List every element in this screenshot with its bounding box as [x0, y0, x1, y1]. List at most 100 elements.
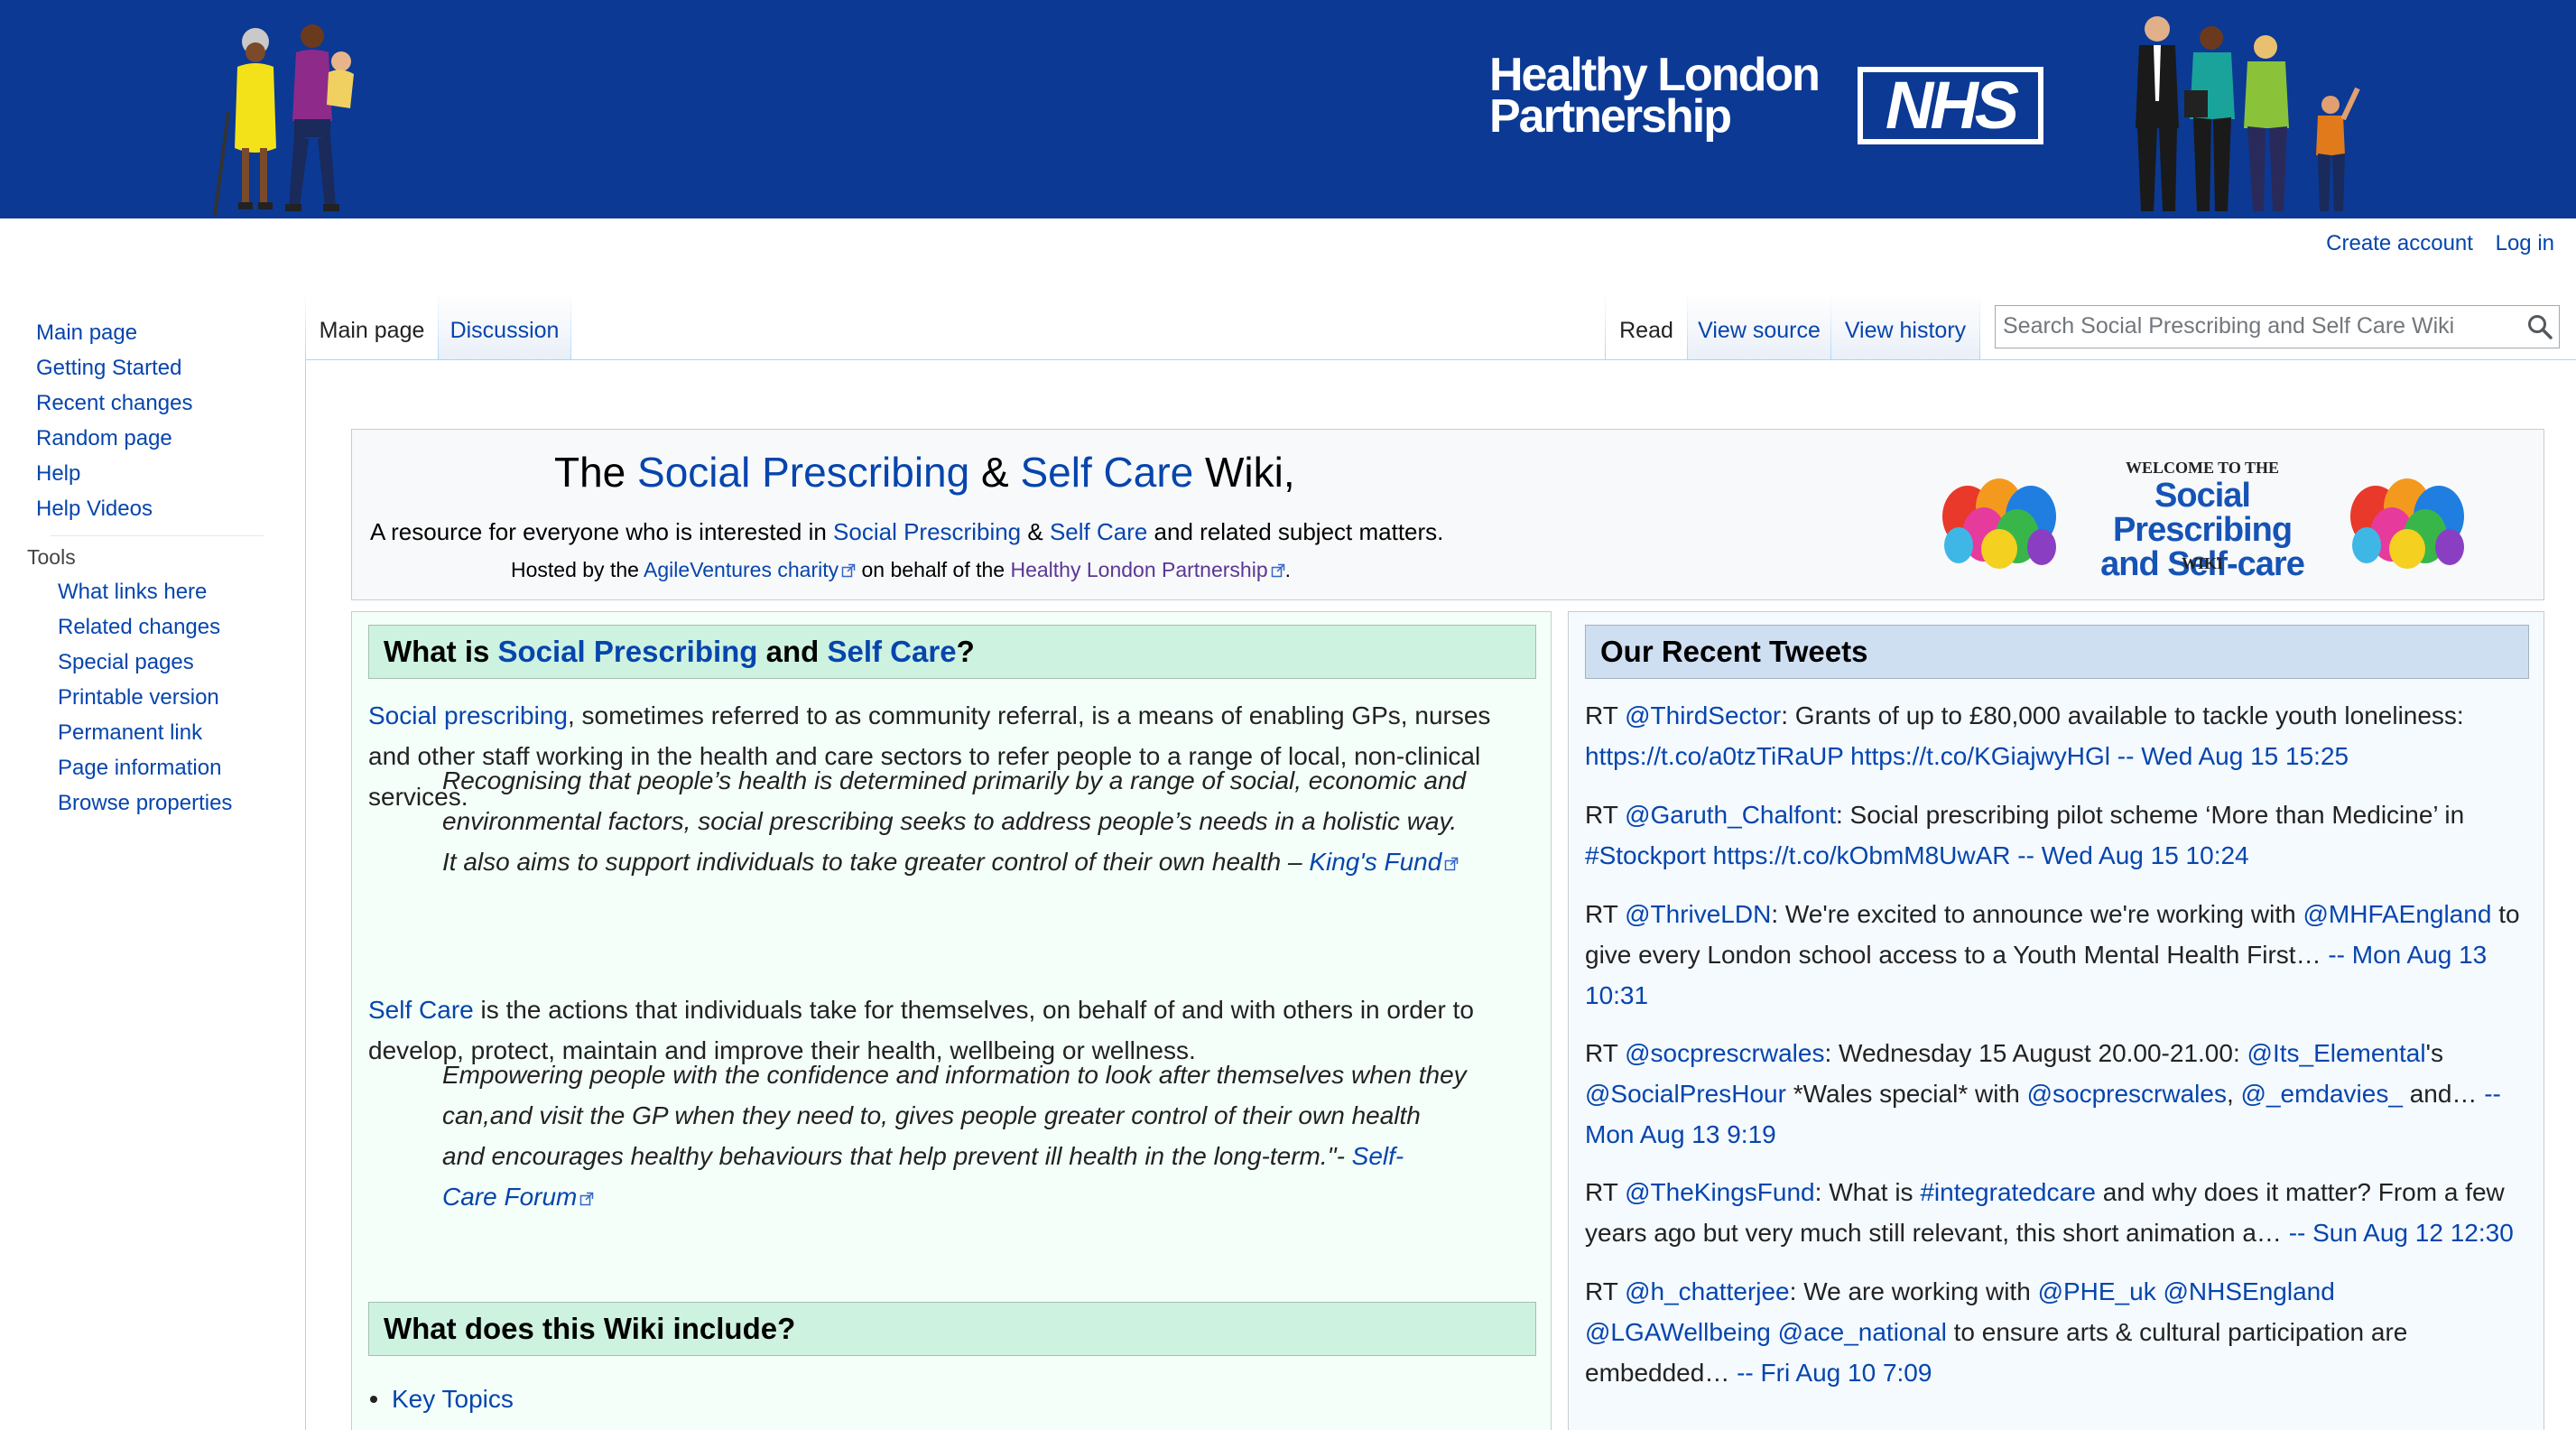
tweets-heading: Our Recent Tweets	[1585, 625, 2529, 679]
hands-icon	[1942, 478, 2056, 569]
self-care-link[interactable]: Self Care	[1020, 449, 1193, 496]
healthy-london-partnership-logo: Healthy London Partnership	[1489, 49, 1821, 143]
left-column: What is Social Prescribing and Self Care…	[351, 611, 1552, 1430]
tweet-item: RT @ThriveLDN: We're excited to announce…	[1585, 900, 2520, 1009]
tab-discussion[interactable]: Discussion	[439, 292, 570, 361]
create-account-link[interactable]: Create account	[2326, 231, 2473, 255]
what-is-heading: What is Social Prescribing and Self Care…	[368, 625, 1536, 679]
self-care-link[interactable]: Self Care	[1050, 518, 1147, 545]
intro-tagline: A resource for everyone who is intereste…	[370, 518, 1444, 545]
external-link-icon	[1445, 857, 1459, 871]
tweet-user-link[interactable]: @ThriveLDN	[1625, 900, 1771, 928]
external-link-icon	[1271, 563, 1284, 578]
sidebar-item-page-information[interactable]: Page information	[58, 756, 221, 781]
welcome-logo: WELCOME TO THE Social Prescribing and Se…	[1932, 446, 2473, 581]
intro-box: The Social Prescribing & Self Care Wiki,…	[351, 429, 2544, 600]
tweet-user-link[interactable]: @Garuth_Chalfont	[1625, 801, 1836, 829]
family-illustration-right	[2136, 16, 2360, 211]
tab-view-source[interactable]: View source	[1688, 292, 1830, 361]
tweet-hashtag-link[interactable]: #Stockport	[1585, 841, 1706, 869]
social-prescribing-link[interactable]: Social Prescribing	[498, 635, 758, 668]
kings-fund-link[interactable]: King's Fund	[1309, 848, 1459, 876]
tweet-mention-link[interactable]: @PHE_uk	[2038, 1277, 2156, 1305]
tweet-date-link[interactable]: -- Sun Aug 12 12:30	[2289, 1219, 2514, 1247]
main-content: The Social Prescribing & Self Care Wiki,…	[305, 359, 2576, 1430]
tweet-item: RT @TheKingsFund: What is #integratedcar…	[1585, 1178, 2514, 1247]
tweet-hashtag-link[interactable]: #integratedcare	[1920, 1178, 2096, 1206]
tweet-date-link[interactable]: -- Mon Aug 13	[2328, 941, 2487, 969]
tweet-date-link[interactable]: -- Wed Aug 15 10:24	[2017, 841, 2248, 869]
tab-read[interactable]: Read	[1606, 292, 1687, 361]
self-care-link[interactable]: Self Care	[368, 996, 474, 1024]
sidebar-item-browse-properties[interactable]: Browse properties	[58, 791, 232, 816]
sidebar-item-getting-started[interactable]: Getting Started	[36, 356, 181, 381]
tweet-user-link[interactable]: @ThirdSector	[1625, 701, 1781, 729]
sidebar-item-help-videos[interactable]: Help Videos	[36, 497, 153, 522]
agileventures-link[interactable]: AgileVentures charity	[644, 558, 856, 581]
search-icon[interactable]	[2526, 313, 2553, 340]
sidebar-item-special-pages[interactable]: Special pages	[58, 650, 194, 675]
tweet-mention-link[interactable]: @LGAWellbeing	[1585, 1318, 1771, 1346]
social-prescribing-link[interactable]: Social Prescribing	[833, 518, 1021, 545]
external-link-icon	[580, 1192, 594, 1206]
sidebar-item-what-links-here[interactable]: What links here	[58, 580, 207, 605]
tweet-date-link[interactable]: Mon Aug 13 9:19	[1585, 1120, 1776, 1148]
tweet-user-link[interactable]: @socprescrwales	[1625, 1039, 1824, 1067]
tweet-mention-link[interactable]: @SocialPresHour	[1585, 1080, 1786, 1108]
sidebar-item-main-page[interactable]: Main page	[36, 320, 137, 346]
bullet-icon	[370, 1396, 377, 1403]
personal-tools: Create account Log in	[2310, 231, 2554, 256]
sidebar-item-permanent-link[interactable]: Permanent link	[58, 720, 202, 746]
tweet-mention-link[interactable]: @socprescrwales	[2027, 1080, 2227, 1108]
family-illustration-left	[213, 24, 354, 217]
tweet-item: RT @h_chatterjee: We are working with @P…	[1585, 1277, 2408, 1387]
sidebar-item-related-changes[interactable]: Related changes	[58, 615, 220, 640]
search-box	[1995, 305, 2560, 348]
sidebar-item-printable-version[interactable]: Printable version	[58, 685, 219, 710]
sidebar-item-random-page[interactable]: Random page	[36, 426, 172, 451]
right-column: Our Recent Tweets RT @ThirdSector: Grant…	[1568, 611, 2544, 1430]
tweet-mention-link[interactable]: @_emdavies_	[2241, 1080, 2403, 1108]
healthy-london-partnership-link[interactable]: Healthy London Partnership	[1010, 558, 1284, 581]
site-banner: Healthy London Partnership NHS	[0, 0, 2576, 218]
self-care-link[interactable]: Self Care	[827, 635, 956, 668]
search-input[interactable]	[1996, 306, 2501, 346]
self-care-forum-link[interactable]: Self-	[1352, 1142, 1404, 1170]
tweet-link[interactable]: https://t.co/a0tzTiRaUP	[1585, 742, 1843, 770]
tweet-user-link[interactable]: @TheKingsFund	[1625, 1178, 1815, 1206]
sidebar-item-help[interactable]: Help	[36, 461, 80, 487]
tweet-link[interactable]: https://t.co/KGiajwyHGl	[1850, 742, 2110, 770]
tweet-item: RT @ThirdSector: Grants of up to £80,000…	[1585, 701, 2464, 770]
page-title: The Social Prescribing & Self Care Wiki,	[554, 449, 1295, 496]
log-in-link[interactable]: Log in	[2496, 231, 2554, 255]
kings-fund-quote: Recognising that people’s health is dete…	[442, 766, 1467, 876]
tweet-date-link[interactable]: -- Fri Aug 10 7:09	[1737, 1359, 1932, 1387]
tweet-mention-link[interactable]: @ace_national	[1778, 1318, 1947, 1346]
tweet-mention-link[interactable]: @NHSEngland	[2163, 1277, 2334, 1305]
tools-divider	[51, 535, 264, 536]
tab-main-page[interactable]: Main page	[306, 292, 438, 361]
tweet-date-link[interactable]: --	[2484, 1080, 2501, 1108]
social-prescribing-link[interactable]: Social prescribing	[368, 701, 568, 729]
list-item: Key Topics	[370, 1385, 514, 1414]
tweet-mention-link[interactable]: @Its_Elemental	[2247, 1039, 2426, 1067]
social-prescribing-link[interactable]: Social Prescribing	[637, 449, 969, 496]
tweet-date-link[interactable]: -- Wed Aug 15 15:25	[2117, 742, 2349, 770]
tweet-item: RT @Garuth_Chalfont: Social prescribing …	[1585, 801, 2465, 869]
nhs-logo: NHS	[1858, 67, 2043, 144]
sidebar-item-recent-changes[interactable]: Recent changes	[36, 391, 192, 416]
wiki-include-heading: What does this Wiki include?	[368, 1302, 1536, 1356]
tools-heading[interactable]: Tools	[27, 545, 76, 570]
external-link-icon	[841, 563, 856, 578]
self-care-forum-quote: Empowering people with the confidence an…	[442, 1061, 1467, 1211]
hands-icon	[2350, 478, 2464, 569]
tab-view-history[interactable]: View history	[1831, 292, 1979, 361]
intro-hosted-by: Hosted by the AgileVentures charity on b…	[511, 558, 1292, 581]
key-topics-link[interactable]: Key Topics	[392, 1385, 514, 1413]
tweet-mention-link[interactable]: @MHFAEngland	[2303, 900, 2491, 928]
self-care-forum-link[interactable]: Care Forum	[442, 1183, 594, 1211]
tweet-item: RT @socprescrwales: Wednesday 15 August …	[1585, 1039, 2501, 1148]
tweet-user-link[interactable]: @h_chatterjee	[1625, 1277, 1790, 1305]
tweet-date-link[interactable]: 10:31	[1585, 981, 1648, 1009]
tweet-link[interactable]: https://t.co/kObmM8UwAR	[1713, 841, 2011, 869]
